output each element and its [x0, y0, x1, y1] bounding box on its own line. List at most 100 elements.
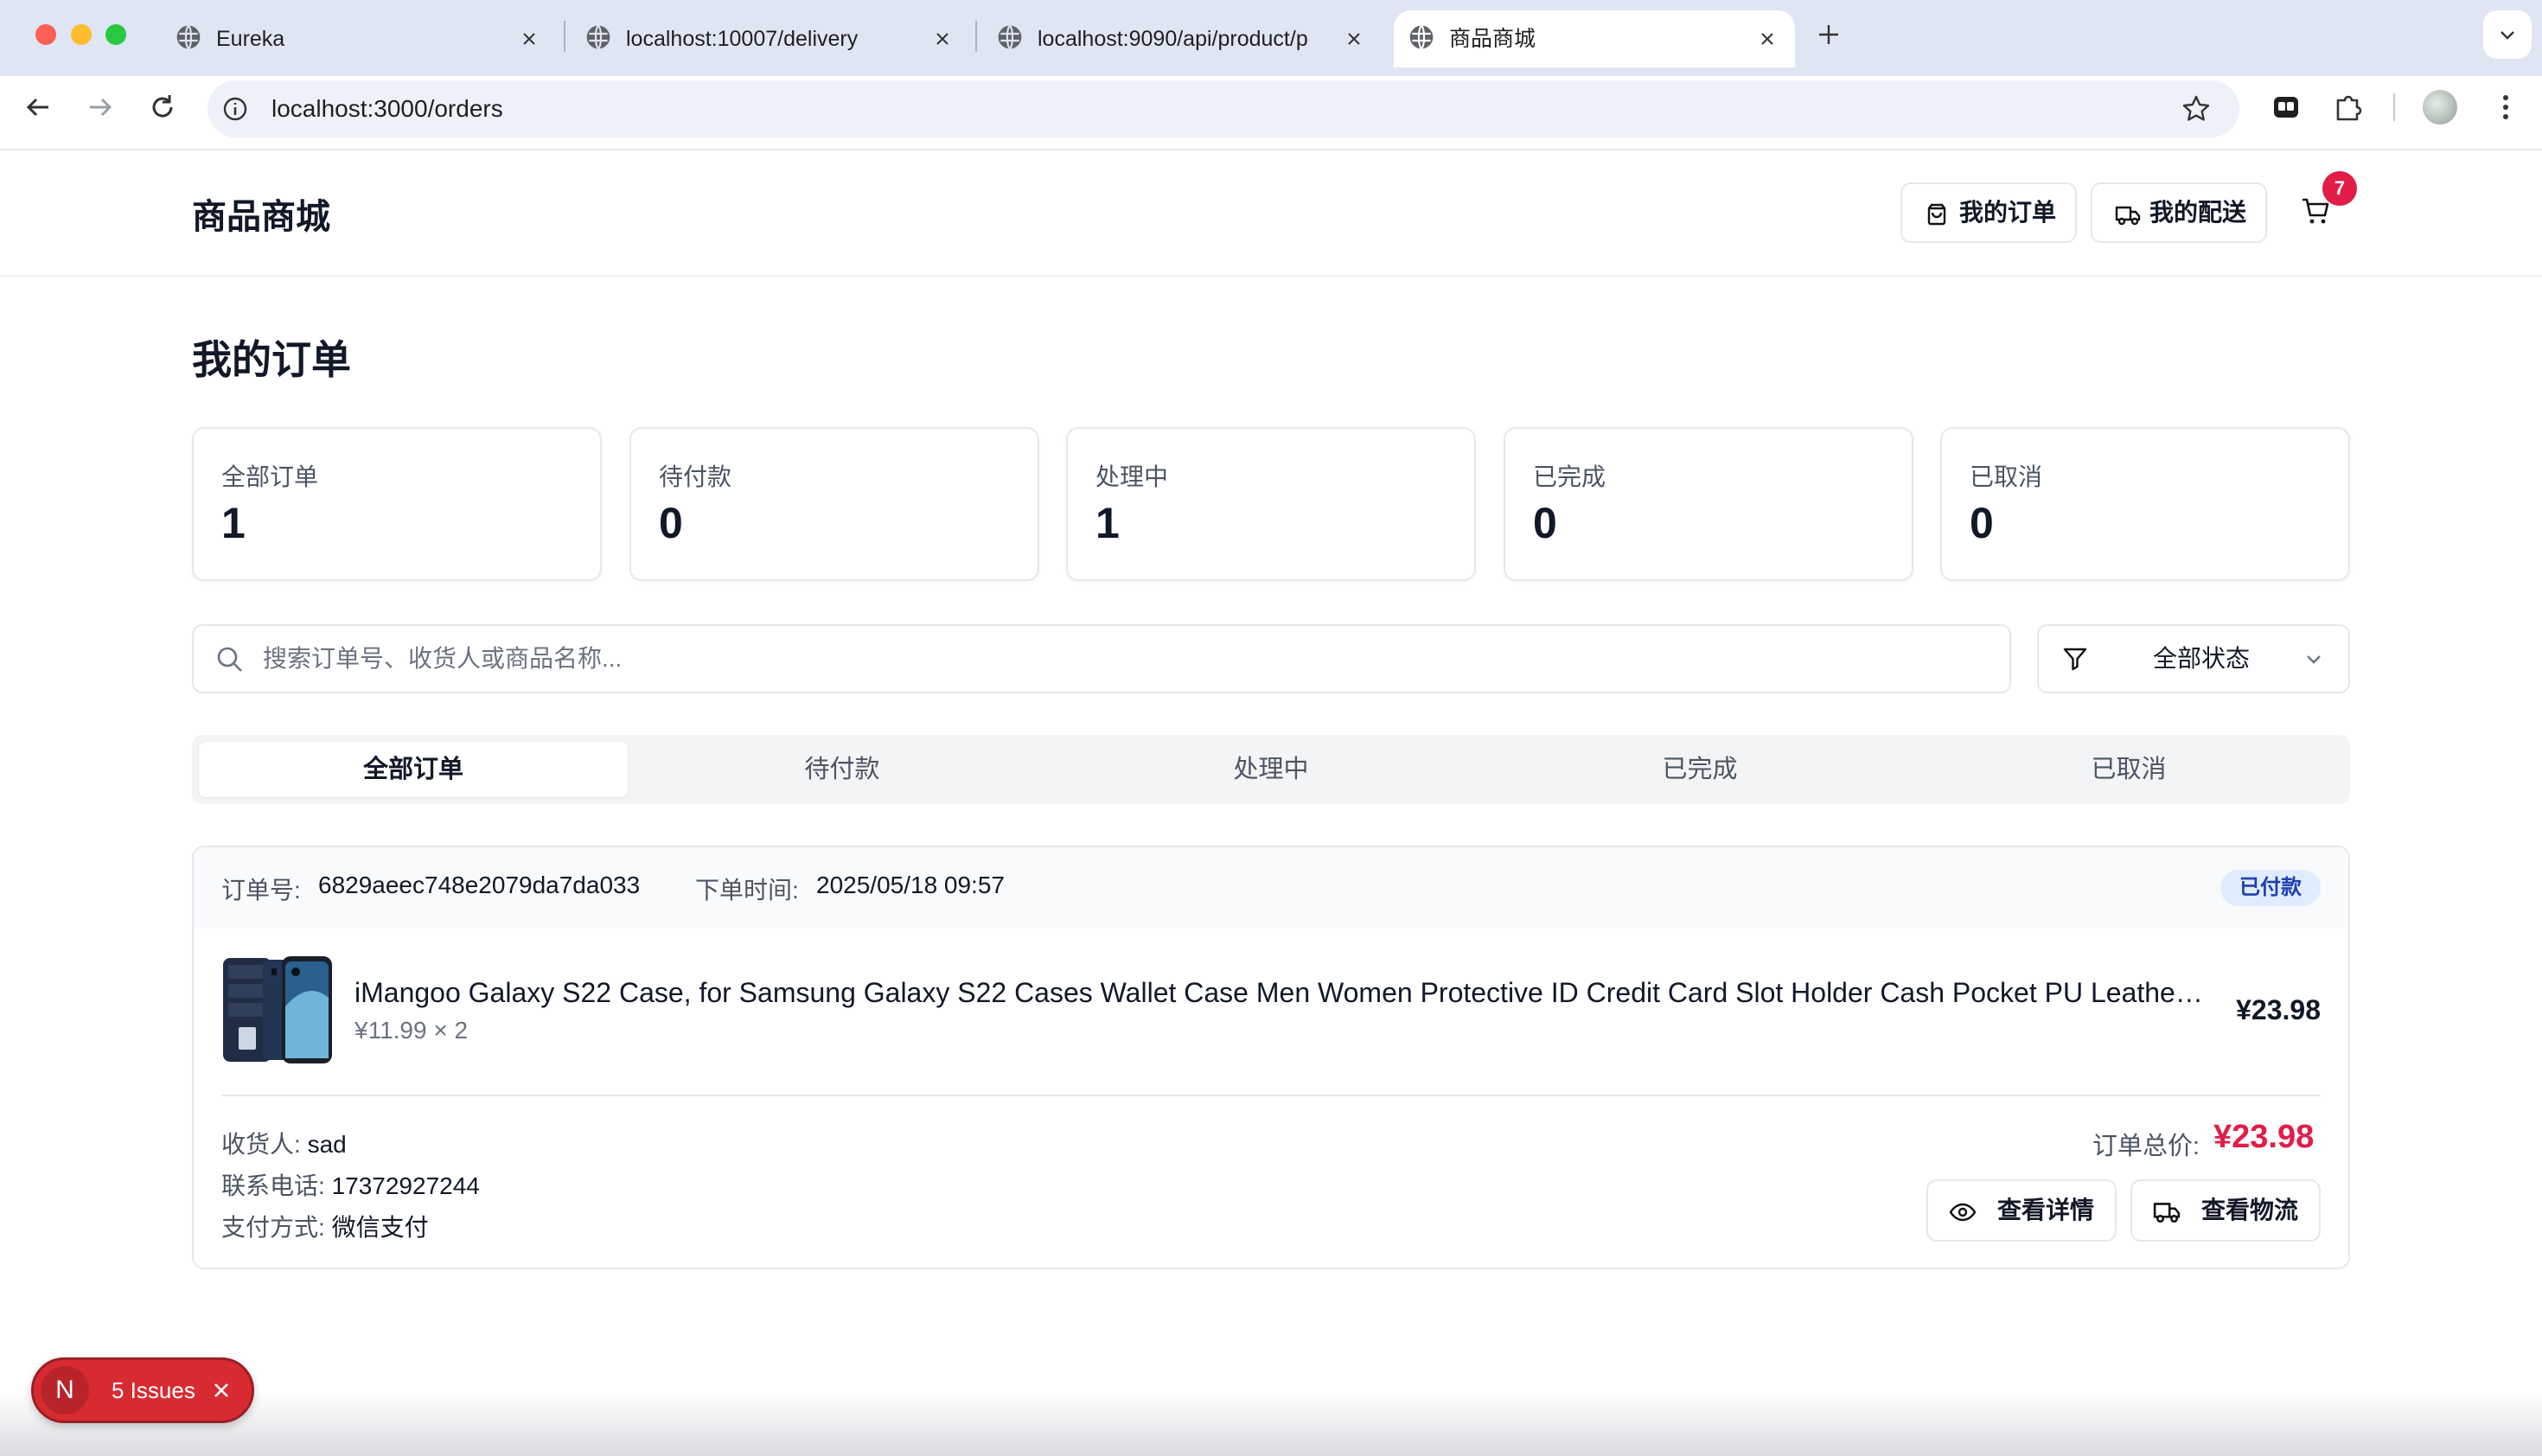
- bookmark-star-icon[interactable]: [2181, 93, 2212, 125]
- order-number-label: 订单号:: [221, 877, 301, 904]
- new-tab-icon[interactable]: [1816, 22, 1842, 48]
- tab-completed[interactable]: 已完成: [1485, 742, 1914, 797]
- phone-line: 联系电话: 17372927244: [221, 1167, 480, 1202]
- order-total-value: ¥23.98: [2213, 1119, 2315, 1155]
- phone-number: 17372927244: [331, 1172, 480, 1199]
- chevron-down-icon: [2307, 655, 2321, 664]
- status-filter-select[interactable]: 全部状态: [2037, 624, 2350, 693]
- info-icon[interactable]: [221, 95, 249, 123]
- phone-label: 联系电话:: [221, 1172, 325, 1199]
- order-time: 2025/05/18 09:57: [816, 872, 1005, 898]
- window-minimize-button[interactable]: [71, 24, 92, 45]
- tab-title: localhost:9090/api/product/p: [1038, 27, 1308, 51]
- page-title: 我的订单: [192, 337, 351, 382]
- stat-value: 0: [1970, 499, 1994, 547]
- browser-tab-eureka[interactable]: Eureka: [175, 10, 546, 67]
- stat-label: 处理中: [1095, 463, 1169, 490]
- product-image: [223, 956, 332, 1063]
- status-filter-value: 全部状态: [2153, 645, 2251, 672]
- stat-value: 1: [1095, 499, 1120, 547]
- tab-cancelled[interactable]: 已取消: [1914, 742, 2343, 797]
- tab-search-button[interactable]: [2483, 10, 2532, 59]
- browser-tab-delivery[interactable]: localhost:10007/delivery: [584, 10, 956, 67]
- close-icon[interactable]: [934, 30, 951, 48]
- window-close-button[interactable]: [35, 24, 56, 45]
- stat-label: 全部订单: [221, 463, 319, 490]
- reload-icon[interactable]: [145, 90, 180, 125]
- address-bar[interactable]: localhost:3000/orders: [208, 80, 2239, 137]
- globe-icon: [176, 24, 201, 50]
- receiver-name: sad: [307, 1131, 347, 1158]
- order-status-tabs: 全部订单 待付款 处理中 已完成 已取消: [192, 735, 2350, 804]
- order-card-header: 订单号: 6829aeec748e2079da7da033 下单时间: 2025…: [194, 847, 2348, 929]
- chevron-down-icon: [2500, 31, 2514, 40]
- my-orders-label: 我的订单: [1959, 199, 2057, 226]
- truck-icon: [2153, 1203, 2181, 1223]
- extension-icon[interactable]: [2269, 90, 2303, 125]
- receiver-line: 收货人: sad: [221, 1126, 347, 1160]
- cart-count-badge: 7: [2322, 171, 2357, 206]
- my-delivery-button[interactable]: 我的配送: [2091, 182, 2267, 243]
- eye-icon: [1949, 1203, 1977, 1222]
- globe-icon: [1409, 24, 1434, 50]
- nextjs-issues-badge[interactable]: N 5 Issues: [31, 1357, 254, 1423]
- product-subtotal: ¥23.98: [2236, 994, 2321, 1025]
- view-logistics-button[interactable]: 查看物流: [2130, 1179, 2321, 1242]
- receiver-label: 收货人:: [221, 1131, 301, 1158]
- stat-card-cancelled: 已取消 0: [1940, 427, 2350, 581]
- payment-label: 支付方式:: [221, 1214, 325, 1241]
- divider: [221, 1095, 2321, 1096]
- view-logistics-label: 查看物流: [2201, 1197, 2299, 1223]
- filter-icon: [2063, 648, 2087, 671]
- my-delivery-label: 我的配送: [2149, 199, 2247, 226]
- toolbar-divider: [2393, 93, 2395, 121]
- window-maximize-button[interactable]: [105, 24, 126, 45]
- tab-title: 商品商城: [1449, 27, 1536, 51]
- globe-icon: [998, 24, 1022, 50]
- stat-card-all: 全部订单 1: [192, 427, 602, 581]
- order-card: 订单号: 6829aeec748e2079da7da033 下单时间: 2025…: [192, 846, 2350, 1269]
- puzzle-icon[interactable]: [2331, 90, 2366, 125]
- close-icon[interactable]: [521, 30, 538, 48]
- tab-processing[interactable]: 处理中: [1057, 742, 1485, 797]
- url-text[interactable]: localhost:3000/orders: [271, 80, 503, 137]
- back-arrow-icon[interactable]: [21, 90, 55, 125]
- tab-all-orders[interactable]: 全部订单: [199, 742, 628, 797]
- order-time-label: 下单时间:: [695, 877, 799, 904]
- kebab-menu-icon[interactable]: [2488, 90, 2523, 125]
- close-icon[interactable]: [1345, 30, 1363, 48]
- tab-title: Eureka: [216, 27, 285, 51]
- site-brand[interactable]: 商品商城: [192, 188, 330, 239]
- payment-method: 微信支付: [331, 1214, 429, 1241]
- tab-separator: [564, 21, 565, 52]
- browser-tab-shop[interactable]: 商品商城: [1394, 10, 1795, 67]
- bottom-shadow: [0, 1392, 2542, 1456]
- order-search-box[interactable]: [192, 624, 2011, 693]
- stat-label: 已完成: [1533, 463, 1606, 490]
- nextjs-logo-icon[interactable]: N: [41, 1366, 89, 1414]
- browser-tab-api-product[interactable]: localhost:9090/api/product/p: [996, 10, 1368, 67]
- stat-value: 0: [1533, 499, 1557, 547]
- close-icon[interactable]: [1759, 30, 1776, 48]
- tab-pending-payment[interactable]: 待付款: [628, 742, 1057, 797]
- view-details-button[interactable]: 查看详情: [1926, 1179, 2117, 1242]
- product-name[interactable]: iMangoo Galaxy S22 Case, for Samsung Gal…: [354, 977, 2210, 1009]
- search-icon: [217, 647, 242, 672]
- forward-arrow-icon[interactable]: [83, 90, 118, 125]
- payment-line: 支付方式: 微信支付: [221, 1209, 429, 1243]
- order-total-label: 订单总价:: [2092, 1133, 2200, 1160]
- view-details-label: 查看详情: [1997, 1197, 2095, 1223]
- profile-avatar[interactable]: [2423, 90, 2457, 125]
- status-badge: 已付款: [2220, 870, 2321, 906]
- my-orders-button[interactable]: 我的订单: [1900, 182, 2077, 243]
- issues-count-label[interactable]: 5 Issues: [112, 1360, 195, 1421]
- close-icon[interactable]: [212, 1381, 231, 1400]
- globe-icon: [586, 24, 610, 50]
- stat-card-processing: 处理中 1: [1066, 427, 1476, 581]
- stat-card-pending-payment: 待付款 0: [629, 427, 1039, 581]
- search-input[interactable]: [263, 626, 1983, 692]
- stat-value: 0: [659, 499, 683, 547]
- tab-separator: [975, 21, 977, 52]
- stat-value: 1: [221, 499, 246, 547]
- order-number: 6829aeec748e2079da7da033: [318, 872, 641, 898]
